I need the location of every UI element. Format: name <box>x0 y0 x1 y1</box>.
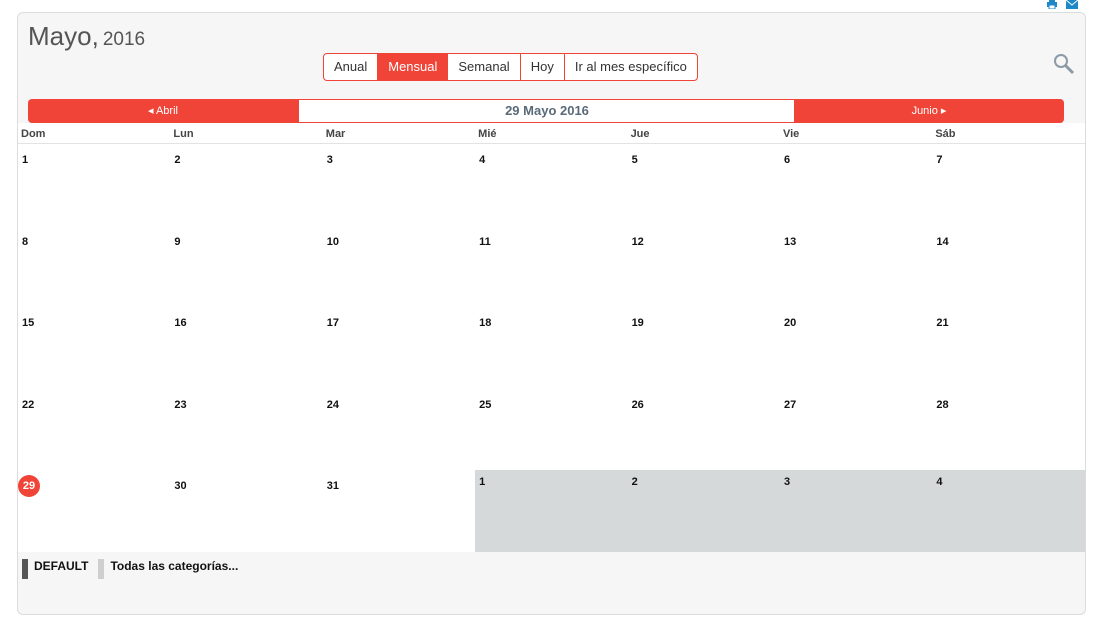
calendar-panel: Mayo, 2016 Anual Mensual Semanal Hoy Ir a… <box>17 12 1086 615</box>
day-cell[interactable]: 16 <box>170 307 323 389</box>
day-cell[interactable]: 13 <box>779 225 933 308</box>
weekday-vie: Vie <box>782 128 800 140</box>
legend-label: Todas las categorías... <box>110 559 239 573</box>
weekday-mar: Mar <box>325 128 346 140</box>
day-cell[interactable]: 14 <box>932 225 1085 308</box>
day-cell[interactable]: 17 <box>322 307 476 389</box>
day-cell[interactable]: 22 <box>18 388 171 471</box>
weekday-mie: Mié <box>478 128 497 140</box>
print-icon[interactable] <box>1046 0 1058 10</box>
week-row: 15 16 17 18 19 20 21 <box>18 307 1085 389</box>
day-cell[interactable]: 26 <box>627 388 780 471</box>
prev-month-button[interactable]: ◂ Abril <box>28 99 298 123</box>
legend-all-categories[interactable]: Todas las categorías... <box>98 559 238 579</box>
view-switcher: Anual Mensual Semanal Hoy Ir al mes espe… <box>323 53 698 81</box>
week-row: 29 30 31 1 2 3 4 <box>18 470 1085 552</box>
day-cell[interactable]: 21 <box>932 307 1085 389</box>
month-label: Mayo, <box>28 21 99 51</box>
day-cell[interactable]: 4 <box>475 144 628 226</box>
day-cell[interactable]: 15 <box>18 307 171 389</box>
view-mensual-button[interactable]: Mensual <box>377 54 448 80</box>
week-row: 22 23 24 25 26 27 28 <box>18 388 1085 471</box>
day-cell[interactable]: 24 <box>322 388 476 471</box>
today-marker: 29 <box>18 475 40 498</box>
month-navigation: ◂ Abril 29 Mayo 2016 Junio ▸ <box>28 99 1064 123</box>
view-hoy-button[interactable]: Hoy <box>519 54 564 80</box>
go-to-month-button[interactable]: Ir al mes específico <box>563 54 697 80</box>
next-month-day-cell[interactable]: 4 <box>932 470 1085 552</box>
week-row: 8 9 10 11 12 13 14 <box>18 225 1085 308</box>
current-date-label: 29 Mayo 2016 <box>298 99 796 123</box>
day-cell[interactable]: 18 <box>475 307 628 389</box>
next-month-day-cell[interactable]: 1 <box>475 470 628 552</box>
top-actions <box>1046 0 1079 10</box>
next-month-button[interactable]: Junio ▸ <box>794 99 1064 123</box>
day-cell[interactable]: 20 <box>779 307 933 389</box>
day-cell[interactable]: 23 <box>170 388 323 471</box>
day-cell[interactable]: 12 <box>627 225 780 308</box>
weekday-sab: Sáb <box>935 128 956 140</box>
week-row: 1 2 3 4 5 6 7 <box>18 144 1085 226</box>
weekday-jue: Jue <box>630 128 650 140</box>
day-cell[interactable]: 10 <box>322 225 476 308</box>
legend-swatch <box>22 559 28 579</box>
day-cell[interactable]: 19 <box>627 307 780 389</box>
legend-label: DEFAULT <box>34 559 89 573</box>
day-cell[interactable]: 28 <box>932 388 1085 471</box>
day-cell[interactable]: 25 <box>475 388 628 471</box>
month-grid: Dom Lun Mar Mié Jue Vie Sáb 1 2 3 4 5 6 … <box>18 123 1085 552</box>
day-cell[interactable]: 27 <box>779 388 933 471</box>
day-cell[interactable]: 31 <box>322 470 476 552</box>
next-month-day-cell[interactable]: 2 <box>627 470 780 552</box>
day-cell[interactable]: 9 <box>170 225 323 308</box>
day-cell[interactable]: 1 <box>18 144 171 226</box>
view-semanal-button[interactable]: Semanal <box>447 54 519 80</box>
day-cell[interactable]: 6 <box>779 144 933 226</box>
weekday-lun: Lun <box>173 128 194 140</box>
day-cell[interactable]: 30 <box>170 470 323 552</box>
category-legend: DEFAULT Todas las categorías... <box>22 559 238 579</box>
day-cell[interactable]: 3 <box>322 144 476 226</box>
day-cell[interactable]: 2 <box>170 144 323 226</box>
year-label: 2016 <box>102 29 146 50</box>
legend-swatch <box>98 559 105 579</box>
next-month-day-cell[interactable]: 3 <box>779 470 933 552</box>
search-icon[interactable] <box>1053 53 1075 75</box>
weekday-header-row: Dom Lun Mar Mié Jue Vie Sáb <box>18 123 1085 144</box>
view-anual-button[interactable]: Anual <box>324 54 377 80</box>
page-title: Mayo, 2016 <box>28 21 145 52</box>
day-cell[interactable]: 11 <box>475 225 628 308</box>
today-cell[interactable]: 29 <box>18 470 171 552</box>
legend-default[interactable]: DEFAULT <box>22 559 88 579</box>
day-cell[interactable]: 7 <box>932 144 1085 226</box>
day-cell[interactable]: 5 <box>627 144 780 226</box>
email-icon[interactable] <box>1065 0 1079 9</box>
weekday-dom: Dom <box>21 128 46 140</box>
day-cell[interactable]: 8 <box>18 225 171 308</box>
